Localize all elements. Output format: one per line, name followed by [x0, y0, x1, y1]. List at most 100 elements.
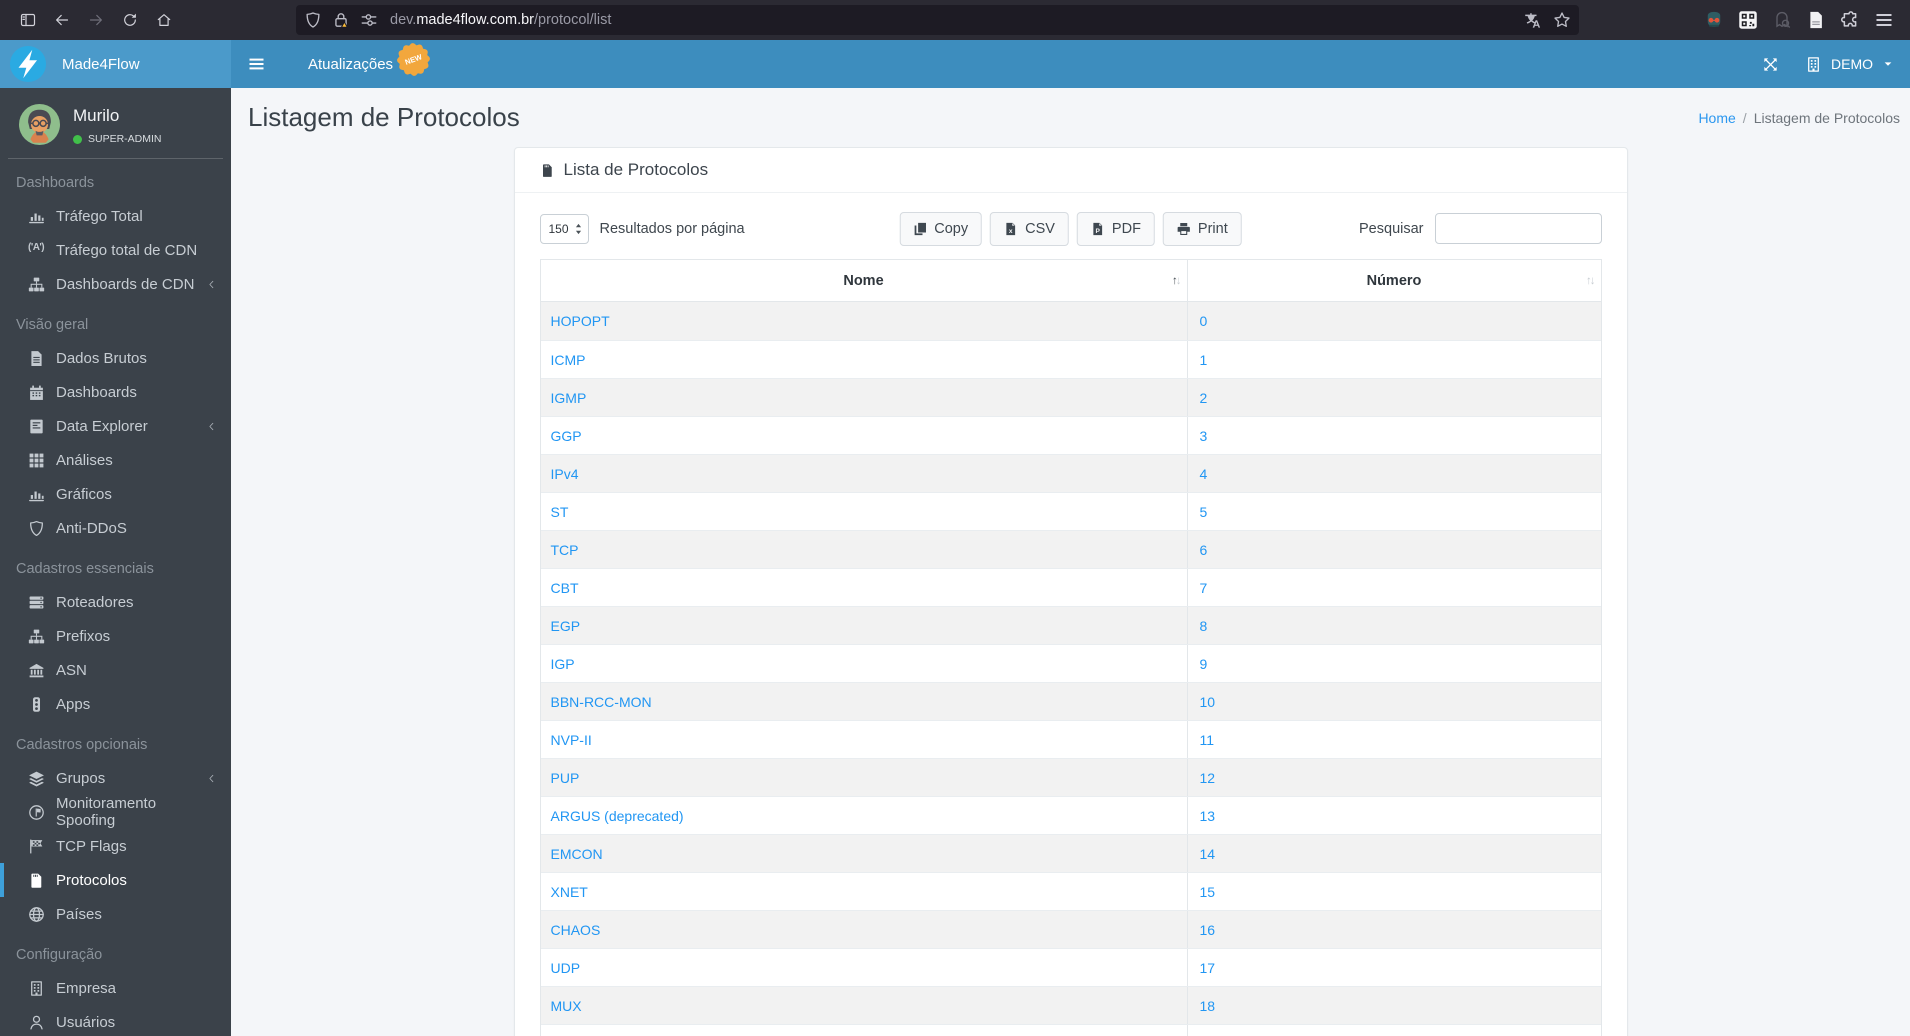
protocol-name-link[interactable]: ST [551, 504, 569, 520]
protocol-name-link[interactable]: CHAOS [551, 922, 601, 938]
sidebar-item-label: Protocolos [56, 871, 127, 889]
protocol-number-link[interactable]: 1 [1200, 352, 1208, 368]
table-row [540, 1024, 1601, 1036]
sidebar-item-label: Monitoramento Spoofing [56, 795, 157, 829]
sidebar-item-usuarios[interactable]: Usuários [0, 1005, 231, 1036]
lock-warning-icon[interactable] [332, 11, 350, 29]
protocol-name-link[interactable]: GGP [551, 428, 582, 444]
protocol-number-link[interactable]: 0 [1200, 313, 1208, 329]
protocol-name-link[interactable]: TCP [551, 542, 579, 558]
protocol-name-link[interactable]: CBT [551, 580, 579, 596]
protocol-number-link[interactable]: 13 [1200, 808, 1216, 824]
sidebar-item-grupos[interactable]: Grupos [0, 761, 231, 795]
protocol-name-link[interactable]: IGMP [551, 390, 587, 406]
page-title: Listagem de Protocolos [248, 102, 520, 132]
spy-extension-icon[interactable] [1704, 10, 1724, 30]
protocol-number-link[interactable]: 16 [1200, 922, 1216, 938]
sidebar-item-dados-brutos[interactable]: Dados Brutos [0, 341, 231, 375]
sidebar-item-data-explorer[interactable]: Data Explorer [0, 409, 231, 443]
permissions-icon[interactable] [360, 11, 378, 29]
protocol-name-link[interactable]: EGP [551, 618, 581, 634]
protocol-number-link[interactable]: 8 [1200, 618, 1208, 634]
pdf-button[interactable]: P PDF [1076, 211, 1155, 246]
translate-icon[interactable] [1523, 11, 1541, 29]
sitemap-icon [28, 276, 45, 293]
sidebar-item-apps[interactable]: Apps [0, 687, 231, 721]
print-button[interactable]: Print [1162, 211, 1242, 246]
shield-icon[interactable] [304, 11, 322, 29]
protocol-name-link[interactable]: UDP [551, 960, 581, 976]
brand-logo[interactable]: Made4Flow [0, 40, 231, 88]
sidebar-toggle-button[interactable] [12, 5, 44, 35]
table-row: ICMP 1 [540, 340, 1601, 378]
csv-button[interactable]: x CSV [990, 211, 1069, 246]
protocol-number-link[interactable]: 18 [1200, 998, 1216, 1014]
protocol-number-link[interactable]: 17 [1200, 960, 1216, 976]
protocol-number-link[interactable]: 14 [1200, 846, 1216, 862]
protocol-name-link[interactable]: IGP [551, 656, 575, 672]
protocol-name-link[interactable]: ARGUS (deprecated) [551, 808, 684, 824]
sidebar-item-tcp-flags[interactable]: TCP Flags [0, 829, 231, 863]
sitemap-icon [28, 628, 45, 645]
url-bar[interactable]: dev.made4flow.com.br/protocol/list [296, 5, 1579, 35]
sidebar-item-paises[interactable]: Países [0, 897, 231, 931]
protocol-number-link[interactable]: 9 [1200, 656, 1208, 672]
bookmark-star-icon[interactable] [1553, 11, 1571, 29]
protocol-number-link[interactable]: 6 [1200, 542, 1208, 558]
protocol-name-link[interactable]: BBN-RCC-MON [551, 694, 652, 710]
reload-button[interactable] [114, 5, 146, 35]
column-header-nome[interactable]: Nome ↑↓ [541, 260, 1188, 301]
page-extension-icon[interactable] [1806, 10, 1826, 30]
protocol-number-link[interactable]: 5 [1200, 504, 1208, 520]
back-button[interactable] [46, 5, 78, 35]
protocol-name-link[interactable]: XNET [551, 884, 588, 900]
protocol-name-link[interactable]: EMCON [551, 846, 603, 862]
sidebar-item-trafego-total-de-cdn[interactable]: ('A') Tráfego total de CDN [0, 233, 231, 267]
sidebar-item-prefixos[interactable]: Prefixos [0, 619, 231, 653]
sidebar-collapse-button[interactable] [231, 56, 281, 72]
tenant-dropdown[interactable]: DEMO [1805, 56, 1894, 73]
updates-link[interactable]: Atualizações NEW [308, 41, 432, 77]
copy-button[interactable]: Copy [899, 211, 983, 246]
protocol-number-link[interactable]: 15 [1200, 884, 1216, 900]
protocol-name-link[interactable]: HOPOPT [551, 313, 610, 329]
ghost-extension-icon[interactable] [1772, 10, 1792, 30]
home-button[interactable] [148, 5, 180, 35]
sidebar-item-analises[interactable]: Análises [0, 443, 231, 477]
sidebar-item-monitoramento-spoofing[interactable]: Monitoramento Spoofing [0, 795, 231, 829]
sidebar-item-trafego-total[interactable]: Tráfego Total [0, 199, 231, 233]
sidebar-item-asn[interactable]: ASN [0, 653, 231, 687]
forward-button[interactable] [80, 5, 112, 35]
protocol-number-link[interactable]: 3 [1200, 428, 1208, 444]
protocol-name-link[interactable]: PUP [551, 770, 580, 786]
fullscreen-icon[interactable] [1762, 56, 1779, 73]
protocol-name-link[interactable]: NVP-II [551, 732, 592, 748]
qr-extension-icon[interactable] [1738, 10, 1758, 30]
protocol-number-link[interactable]: 7 [1200, 580, 1208, 596]
table-row: NVP-II 11 [540, 720, 1601, 758]
svg-text:x: x [1009, 227, 1013, 234]
table-row: EGP 8 [540, 606, 1601, 644]
sidebar-item-graficos[interactable]: Gráficos [0, 477, 231, 511]
breadcrumb-home-link[interactable]: Home [1698, 110, 1735, 126]
protocol-number-link[interactable]: 4 [1200, 466, 1208, 482]
sidebar-item-anti-ddos[interactable]: Anti-DDoS [0, 511, 231, 545]
search-input[interactable] [1434, 213, 1602, 244]
sidebar-item-roteadores[interactable]: Roteadores [0, 585, 231, 619]
column-header-numero[interactable]: Número ↑↓ [1188, 260, 1601, 301]
protocol-name-link[interactable]: ICMP [551, 352, 586, 368]
protocol-name-link[interactable]: MUX [551, 998, 582, 1014]
sidebar-item-protocolos[interactable]: Protocolos [0, 863, 231, 897]
file-csv-icon: x [1004, 222, 1018, 236]
menu-icon[interactable] [1874, 10, 1894, 30]
puzzle-icon[interactable] [1840, 10, 1860, 30]
protocol-number-link[interactable]: 10 [1200, 694, 1216, 710]
sidebar-item-empresa[interactable]: Empresa [0, 971, 231, 1005]
protocol-number-link[interactable]: 12 [1200, 770, 1216, 786]
per-page-select[interactable]: 150 [539, 213, 589, 244]
sidebar-item-dashboards-de-cdn[interactable]: Dashboards de CDN [0, 267, 231, 301]
sidebar-item-dashboards[interactable]: Dashboards [0, 375, 231, 409]
protocol-number-link[interactable]: 2 [1200, 390, 1208, 406]
protocol-name-link[interactable]: IPv4 [551, 466, 579, 482]
protocol-number-link[interactable]: 11 [1200, 732, 1215, 748]
